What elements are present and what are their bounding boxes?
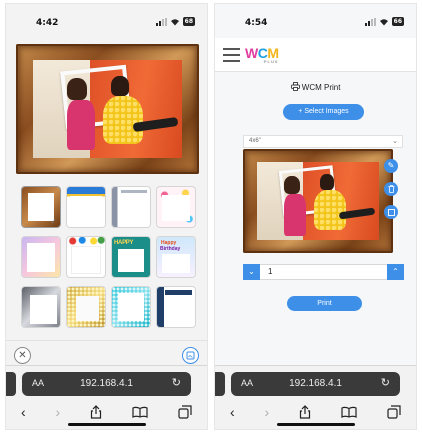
- signal-icon: [364, 17, 376, 26]
- forward-icon[interactable]: ›: [265, 404, 270, 420]
- wifi-icon: [170, 18, 179, 25]
- decrement-button[interactable]: ⌄: [243, 264, 260, 280]
- battery-icon: 66: [391, 17, 404, 26]
- page-title: WCM Print: [215, 82, 416, 92]
- status-bar: 4:54 66: [215, 4, 416, 38]
- frame-thumb-birthday-blue[interactable]: Happy Birthday: [157, 237, 195, 277]
- frame-thumb-silver-stripe[interactable]: [112, 187, 150, 227]
- select-images-button[interactable]: + Select Images: [283, 104, 364, 120]
- app-header: WCM PLUS: [215, 38, 416, 72]
- url-text: 192.168.4.1: [289, 378, 342, 389]
- frame-thumb-teal-happy[interactable]: HAPPY: [112, 237, 150, 277]
- print-preview: [243, 149, 393, 253]
- status-time: 4:54: [245, 18, 268, 28]
- image-save-icon: [186, 351, 195, 360]
- frame-thumb-teal-glitter[interactable]: [112, 287, 150, 327]
- bookmarks-icon[interactable]: [341, 406, 357, 418]
- print-button[interactable]: Print: [287, 296, 362, 311]
- trash-icon: [388, 185, 394, 193]
- frame-thumb-navy-corner[interactable]: [157, 287, 195, 327]
- reload-icon[interactable]: ↻: [172, 376, 181, 389]
- frame-thumb-gold-glitter[interactable]: [67, 287, 105, 327]
- delete-button[interactable]: [384, 182, 398, 196]
- signal-icon: [155, 17, 167, 26]
- phone-screen-print: 4:54 66 WCM PLUS WCM Print + Select Imag…: [214, 3, 417, 430]
- wcm-logo: WCM PLUS: [245, 45, 279, 64]
- checkmark-icon: ✓: [50, 217, 57, 226]
- size-select-value: 4x6": [249, 138, 261, 144]
- forward-icon[interactable]: ›: [56, 404, 61, 420]
- tabs-icon[interactable]: [387, 405, 401, 419]
- reload-icon[interactable]: ↻: [381, 376, 390, 389]
- increment-button[interactable]: ⌃: [387, 264, 404, 280]
- browser-nav: ‹ ›: [6, 402, 207, 422]
- share-icon[interactable]: [90, 405, 102, 419]
- back-icon[interactable]: ‹: [21, 404, 26, 420]
- preview-photo: [257, 162, 379, 240]
- status-icons: 68: [155, 17, 195, 26]
- chevron-down-icon: ⌄: [392, 138, 398, 145]
- back-icon[interactable]: ‹: [230, 404, 235, 420]
- edit-button[interactable]: ✎: [384, 159, 398, 173]
- frame-thumb-colorful-dots[interactable]: [157, 187, 195, 227]
- frame-thumb-balloons[interactable]: [67, 237, 105, 277]
- frame-thumb-blue-corner[interactable]: [67, 187, 105, 227]
- browser-nav: ‹ ›: [215, 402, 416, 422]
- close-button[interactable]: ✕: [14, 347, 31, 364]
- frame-thumb-wood[interactable]: ✓: [22, 187, 60, 227]
- preview-photo: [33, 60, 182, 158]
- frame-thumbnail-grid: ✓ HAPPY Happy Birthday: [22, 187, 195, 327]
- status-bar: 4:42 68: [6, 4, 207, 38]
- address-bar[interactable]: AA 192.168.4.1 ↻: [215, 372, 400, 396]
- home-indicator: [68, 423, 146, 426]
- address-bar[interactable]: AA 192.168.4.1 ↻: [6, 372, 191, 396]
- frame-thumb-silver-corner[interactable]: [22, 287, 60, 327]
- wifi-icon: [379, 18, 388, 25]
- tabs-icon[interactable]: [178, 405, 192, 419]
- quantity-stepper: ⌄ 1 ⌃: [243, 264, 404, 280]
- safari-bottom-bar: AA 192.168.4.1 ↻ ‹ ›: [6, 365, 207, 429]
- frame-preview: [16, 44, 199, 174]
- printer-icon: [290, 82, 300, 91]
- crop-icon: [387, 208, 395, 216]
- bookmarks-icon[interactable]: [132, 406, 148, 418]
- safari-bottom-bar: AA 192.168.4.1 ↻ ‹ ›: [215, 365, 416, 429]
- home-indicator: [277, 423, 355, 426]
- status-time: 4:42: [36, 18, 59, 28]
- status-icons: 66: [364, 17, 404, 26]
- phone-screen-frame-picker: 4:42 68 ✓ HAPPY Happy Birthday ✕ AA 192.…: [5, 3, 208, 430]
- save-frame-button[interactable]: [182, 347, 199, 364]
- size-select[interactable]: 4x6" ⌄: [243, 135, 403, 148]
- hamburger-menu-icon[interactable]: [223, 48, 240, 66]
- share-icon[interactable]: [299, 405, 311, 419]
- crop-button[interactable]: [384, 205, 398, 219]
- battery-icon: 68: [182, 17, 195, 26]
- url-text: 192.168.4.1: [80, 378, 133, 389]
- quantity-input[interactable]: 1: [268, 267, 272, 276]
- frame-thumb-pastel[interactable]: [22, 237, 60, 277]
